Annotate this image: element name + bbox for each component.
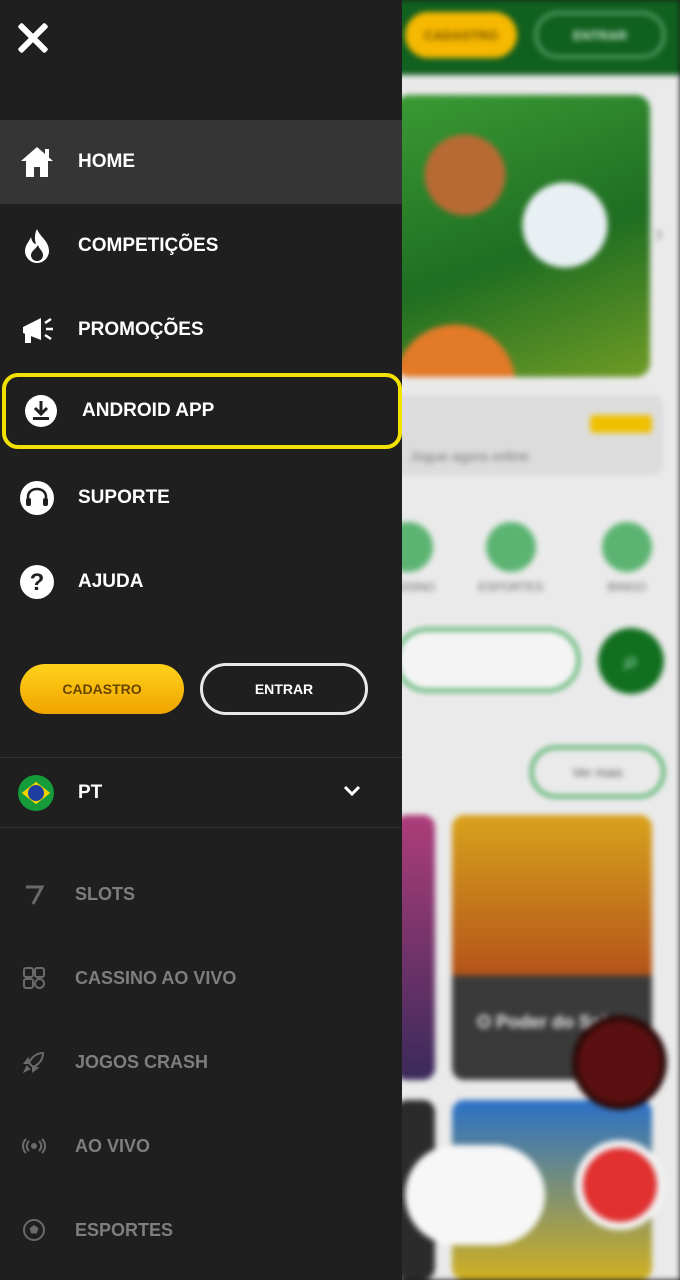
menu-item-label: HOME — [78, 151, 135, 172]
broadcast-icon — [20, 1132, 48, 1160]
fire-icon — [18, 227, 56, 265]
category-bingo: BINGO — [577, 522, 677, 594]
sidebar-item-slots[interactable]: SLOTS — [0, 852, 402, 936]
menu-item-label: COMPETIÇÕES — [78, 235, 219, 256]
language-label: PT — [78, 782, 103, 803]
sidebar-item-cassino-ao-vivo[interactable]: CASSINO AO VIVO — [0, 936, 402, 1020]
menu-item-competicoes[interactable]: COMPETIÇÕES — [0, 204, 402, 288]
banner-next-icon: › — [655, 220, 663, 247]
language-selector[interactable]: PT — [0, 760, 402, 826]
see-more-button: Ver mais — [530, 746, 665, 798]
side-drawer: HOME COMPETIÇÕES PROMOÇÕES ANDROID APP S… — [0, 0, 402, 1280]
sidebar-item-jogos-crash[interactable]: JOGOS CRASH — [0, 1020, 402, 1104]
promo-banner — [395, 95, 650, 377]
download-icon — [22, 392, 60, 430]
casino-chip-icon — [575, 1140, 665, 1230]
info-badge — [590, 415, 652, 433]
soccer-ball-icon — [20, 1216, 48, 1244]
brazil-flag-icon — [18, 775, 54, 811]
svg-text:?: ? — [30, 569, 45, 596]
help-icon: ? — [18, 563, 56, 601]
top-cadastro-button: CADASTRO — [405, 12, 517, 58]
sidebar-item-label: CASSINO AO VIVO — [75, 967, 237, 988]
menu-item-suporte[interactable]: SUPORTE — [0, 456, 402, 540]
slot-seven-icon — [20, 880, 48, 908]
menu-item-home[interactable]: HOME — [0, 120, 402, 204]
rocket-icon — [20, 1048, 48, 1076]
info-text: Jogue agora online — [410, 448, 530, 464]
search-input — [395, 628, 580, 692]
menu-item-android-app[interactable]: ANDROID APP — [2, 373, 402, 449]
divider — [0, 757, 402, 758]
top-entrar-button: ENTRAR — [535, 12, 665, 58]
casino-chip-icon — [572, 1015, 667, 1110]
bottom-nav-bubble — [405, 1145, 545, 1245]
close-icon[interactable] — [10, 14, 58, 62]
headset-icon — [18, 479, 56, 517]
menu-item-label: AJUDA — [78, 571, 144, 592]
menu-item-promocoes[interactable]: PROMOÇÕES — [0, 288, 402, 372]
search-icon: ⌕ — [598, 628, 664, 694]
divider — [0, 827, 402, 828]
category-esportes: ESPORTES — [461, 522, 561, 594]
megaphone-icon — [18, 311, 56, 349]
home-icon — [18, 143, 56, 181]
sidebar-item-esportes[interactable]: ESPORTES — [0, 1188, 402, 1272]
menu-item-label: ANDROID APP — [82, 400, 215, 421]
sidebar-item-label: AO VIVO — [75, 1135, 151, 1156]
live-casino-icon — [20, 964, 48, 992]
menu-item-ajuda[interactable]: ? AJUDA — [0, 540, 402, 624]
menu-item-label: PROMOÇÕES — [78, 319, 204, 340]
menu-item-label: SUPORTE — [78, 487, 170, 508]
sidebar-item-label: ESPORTES — [75, 1219, 174, 1240]
sidebar-item-ao-vivo[interactable]: AO VIVO — [0, 1104, 402, 1188]
chevron-down-icon — [343, 782, 361, 800]
entrar-button[interactable]: ENTRAR — [200, 663, 368, 715]
sidebar-item-label: JOGOS CRASH — [75, 1051, 209, 1072]
cadastro-button[interactable]: CADASTRO — [20, 664, 184, 714]
sidebar-item-label: SLOTS — [75, 883, 136, 904]
